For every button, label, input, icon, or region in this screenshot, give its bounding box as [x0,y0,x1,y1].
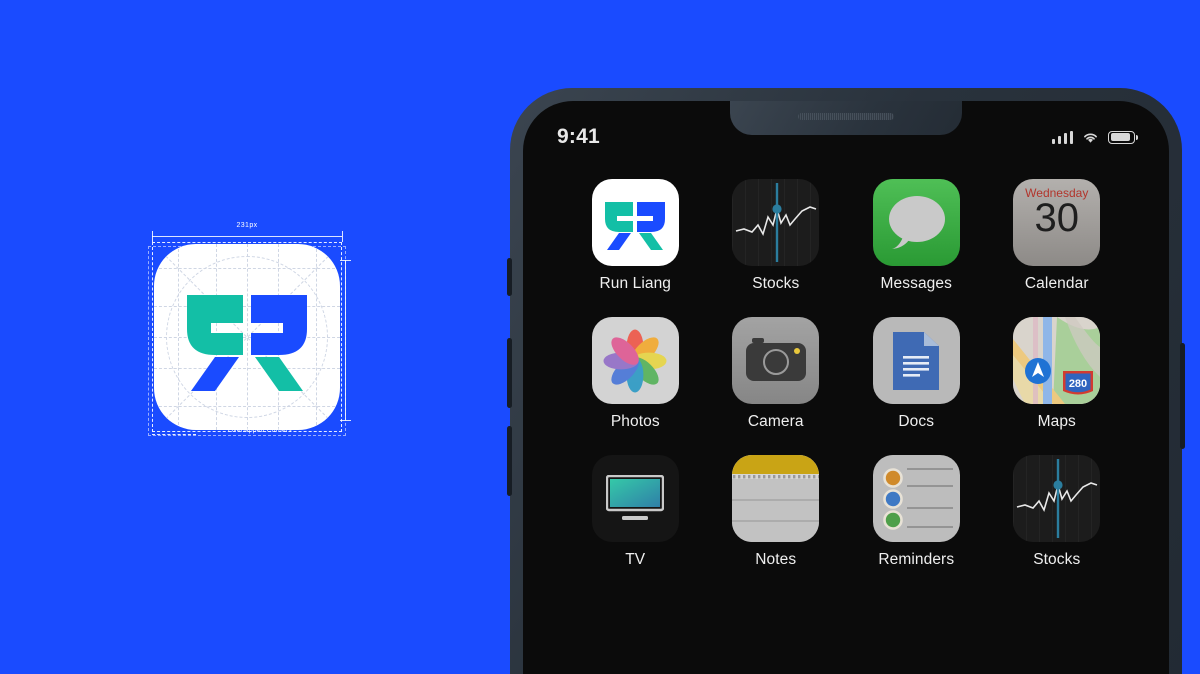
overlapped-corners-label: Overlapped Corners [228,427,292,434]
messages-icon[interactable] [872,179,960,266]
app-label: Photos [610,413,660,430]
run-liang-icon[interactable] [591,179,679,266]
app-label: Reminders [878,551,955,568]
app-notes[interactable]: Notes [723,455,829,569]
app-label: Stocks [1033,551,1081,568]
width-dimension-label: 231px [236,222,258,229]
width-dimension-line [152,236,342,237]
run-liang-logo-mark [187,295,307,391]
app-reminders[interactable]: Reminders [863,455,969,569]
bottom-dimension-line [152,434,196,435]
app-label: Messages [880,275,952,292]
maps-icon[interactable]: 280 [1013,317,1101,404]
iphone-device-frame: 9:41 Run Liang Stocks Messages Wednesday… [507,88,1185,674]
status-icons [1051,130,1138,144]
app-label: Run Liang [599,275,672,292]
app-icon-plate [154,244,340,430]
app-label: Notes [755,551,797,568]
calendar-icon[interactable]: Wednesday 30 [1013,179,1101,266]
tv-icon[interactable] [591,455,679,542]
cellular-signal-icon [1051,130,1073,144]
app-messages[interactable]: Messages [863,179,969,293]
app-label: Docs [898,413,935,430]
app-label: Calendar [1024,275,1089,292]
app-run-liang[interactable]: Run Liang [582,179,688,293]
wifi-icon [1084,132,1097,143]
logo-construction-spec: 231px 200px [140,222,370,452]
power-button[interactable] [1180,343,1185,449]
app-photos[interactable]: Photos [582,317,688,431]
app-stocks-2[interactable]: Stocks [1004,455,1110,569]
app-calendar[interactable]: Wednesday 30 Calendar [1004,179,1110,293]
battery-icon [1108,130,1138,144]
camera-icon[interactable] [732,317,820,404]
notes-icon[interactable] [732,455,820,542]
home-screen-app-grid: Run Liang Stocks Messages Wednesday 30 C… [523,179,1169,569]
stocks-icon[interactable] [1013,455,1101,542]
app-label: Maps [1037,413,1076,430]
reminders-icon[interactable] [872,455,960,542]
calendar-day: 30 [1034,196,1080,240]
app-tv[interactable]: TV [582,455,688,569]
volume-up-button[interactable] [507,338,512,408]
app-docs[interactable]: Docs [863,317,969,431]
app-label: TV [625,551,646,568]
status-bar: 9:41 [523,101,1169,159]
photos-icon[interactable] [591,317,679,404]
phone-screen: 9:41 Run Liang Stocks Messages Wednesday… [523,101,1169,674]
dimension-cap-right [342,231,343,242]
status-time: 9:41 [557,125,600,148]
volume-down-button[interactable] [507,426,512,496]
mute-switch-button[interactable] [507,258,512,296]
stocks-icon[interactable] [732,179,820,266]
docs-icon[interactable] [872,317,960,404]
app-label: Stocks [752,275,800,292]
app-stocks[interactable]: Stocks [723,179,829,293]
app-maps[interactable]: 280 Maps [1004,317,1110,431]
app-camera[interactable]: Camera [723,317,829,431]
route-shield-number: 280 [1069,378,1087,390]
app-label: Camera [747,413,804,430]
